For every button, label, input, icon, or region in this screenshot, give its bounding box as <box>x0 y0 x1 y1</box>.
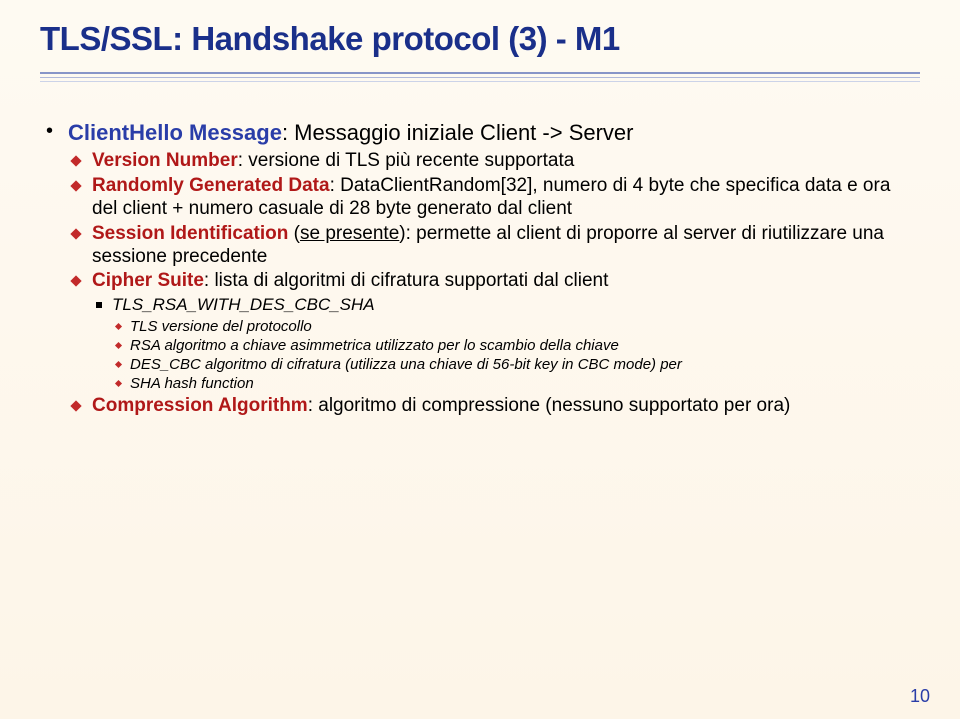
text-underline: se presente <box>300 223 399 244</box>
page-number: 10 <box>910 686 930 707</box>
cipher-example: TLS_RSA_WITH_DES_CBC_SHA TLS versione de… <box>92 295 920 392</box>
sub-version-number: Version Number: versione di TLS più rece… <box>68 150 920 173</box>
text: : lista di algoritmi di cifratura suppor… <box>204 270 608 291</box>
cipher-tls: TLS versione del protocollo <box>112 318 920 336</box>
text: : versione di TLS più recente supportata <box>238 150 575 171</box>
slide-title: TLS/SSL: Handshake protocol (3) - M1 <box>40 20 920 58</box>
label: Version Number <box>92 150 238 171</box>
sub-cipher-suite: Cipher Suite: lista di algoritmi di cifr… <box>68 270 920 392</box>
label: Session Identification <box>92 223 288 244</box>
content-list: ClientHello Message: Messaggio iniziale … <box>40 120 920 417</box>
cipher-des-cbc: DES_CBC algoritmo di cifratura (utilizza… <box>112 356 920 374</box>
sub-session-id: Session Identification (se presente): pe… <box>68 223 920 269</box>
text: : Messaggio iniziale Client -> Server <box>282 120 634 145</box>
text: TLS_RSA_WITH_DES_CBC_SHA <box>112 295 920 315</box>
sub-random-data: Randomly Generated Data: DataClientRando… <box>68 175 920 221</box>
text: DES_CBC algoritmo di cifratura (utilizza… <box>130 356 920 374</box>
label: ClientHello Message <box>68 120 282 145</box>
label: Randomly Generated Data <box>92 175 330 196</box>
text: : algoritmo di compressione (nessuno sup… <box>308 395 791 416</box>
text: ( <box>288 223 300 244</box>
text: TLS versione del protocollo <box>130 318 920 336</box>
text: RSA algoritmo a chiave asimmetrica utili… <box>130 337 920 355</box>
cipher-sha: SHA hash function <box>112 375 920 393</box>
label: Compression Algorithm <box>92 395 308 416</box>
bullet-client-hello: ClientHello Message: Messaggio iniziale … <box>40 120 920 417</box>
text: SHA hash function <box>130 375 920 393</box>
title-divider <box>40 72 920 82</box>
label: Cipher Suite <box>92 270 204 291</box>
cipher-rsa: RSA algoritmo a chiave asimmetrica utili… <box>112 337 920 355</box>
sub-compression: Compression Algorithm: algoritmo di comp… <box>68 395 920 418</box>
